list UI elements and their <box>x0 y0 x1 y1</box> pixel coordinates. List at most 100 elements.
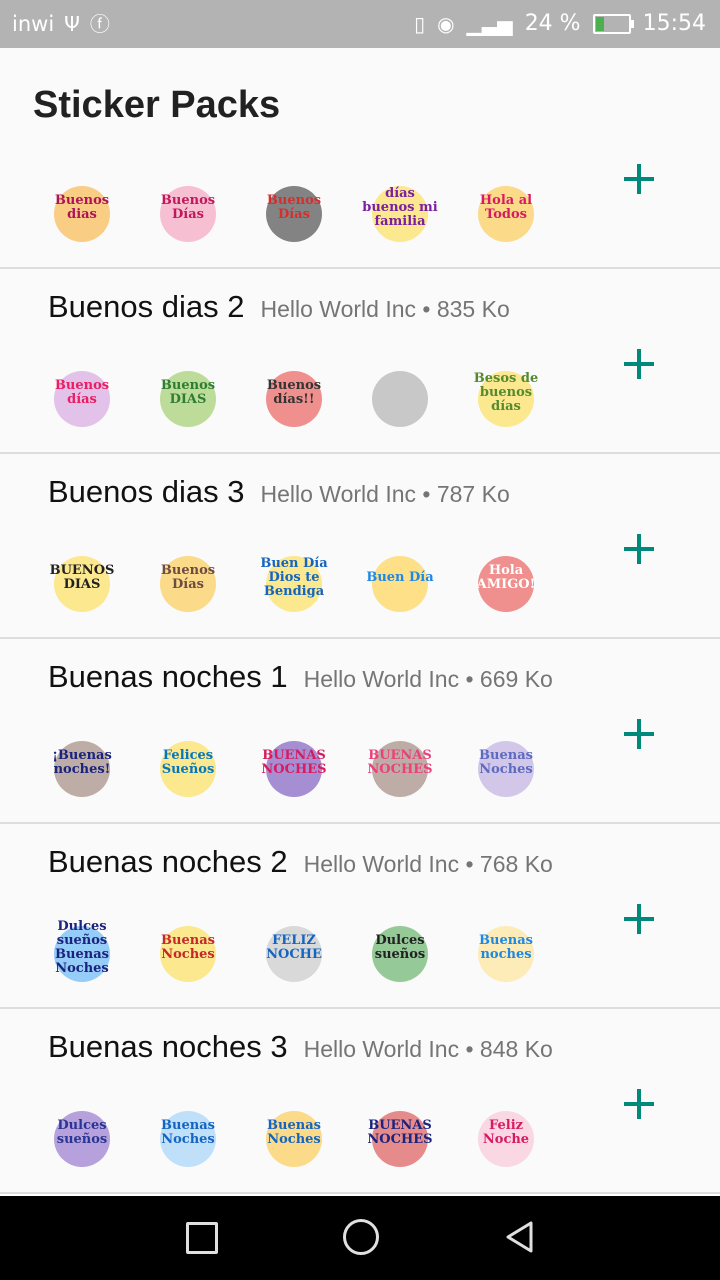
sticker-caption: Dulces sueños <box>374 933 426 962</box>
pack-publisher-size: Hello World Inc • 848 Ko <box>303 1036 553 1062</box>
sticker-caption: Buenas Noches <box>267 1118 321 1147</box>
sticker-image: Hola al Todos <box>464 166 548 250</box>
sticker-pack-row[interactable]: Buenas noches 2 Hello World Inc • 768 Ko D… <box>0 824 720 1009</box>
sticker-caption: BUENAS NOCHES <box>367 1118 433 1147</box>
eye-icon: ◉ <box>437 11 455 36</box>
sticker-caption: Buenos Días <box>160 563 216 592</box>
sticker-caption: Besos de buenos días <box>473 371 539 414</box>
pack-publisher-size: Hello World Inc • 669 Ko <box>303 666 553 692</box>
pack-header: Buenos dias 2 Hello World Inc • 835 Ko <box>48 289 510 325</box>
sticker-image <box>358 351 442 435</box>
sticker-image: Buenos Días <box>252 166 336 250</box>
sticker-preview-strip: ¡Buenas noches! Felices Sueños BUENAS NOCH… <box>40 721 548 805</box>
clock: 15:54 <box>642 11 706 36</box>
sticker-caption: ¡Buenas noches! <box>52 748 112 777</box>
status-bar: inwi Ψ ⓕ ▯ ◉ ▁▃▅ 24 % 15:54 <box>0 0 720 48</box>
sticker-art <box>372 371 428 427</box>
add-pack-button[interactable] <box>622 162 656 196</box>
add-pack-button[interactable] <box>622 1087 656 1121</box>
sticker-caption: Buenas Noches <box>161 933 215 962</box>
sticker-preview-strip: Buenos dias Buenos Días Buenos Días días bu… <box>40 166 548 250</box>
sticker-caption: Buenos dias <box>54 193 110 222</box>
sticker-caption: Buenos Días <box>266 193 322 222</box>
sticker-preview-strip: Buenos días Buenos DIAS Buenos días!! Besos… <box>40 351 548 435</box>
sticker-pack-row[interactable]: Buenas noches 1 Hello World Inc • 669 Ko ¡… <box>0 639 720 824</box>
sticker-caption: Buen Día <box>366 570 434 585</box>
sticker-image: Buenas Noches <box>252 1091 336 1175</box>
pack-name: Buenas noches 3 <box>48 1029 288 1064</box>
sticker-caption: Buenas Noches <box>161 1118 215 1147</box>
sticker-image: Buenos dias <box>40 166 124 250</box>
sticker-image: días buenos mi familia <box>358 166 442 250</box>
sticker-preview-strip: Dulces sueños Buenas Noches Buenas Noches B… <box>40 1091 548 1175</box>
sticker-image: ¡Buenas noches! <box>40 721 124 805</box>
home-button[interactable] <box>343 1219 379 1255</box>
sticker-preview-strip: BUENOS DIAS Buenos Días Buen Día Dios te B… <box>40 536 548 620</box>
sticker-caption: Hola al Todos <box>479 193 533 222</box>
sticker-caption: Buenos días <box>54 378 110 407</box>
sticker-image: Buenas noches <box>464 906 548 990</box>
sticker-caption: FELIZ NOCHE <box>266 933 322 962</box>
sticker-preview-strip: Dulces sueños Buenas Noches Buenas Noches… <box>40 906 548 990</box>
sticker-image: Dulces sueños <box>358 906 442 990</box>
pack-header: Buenas noches 3 Hello World Inc • 848 Ko <box>48 1029 553 1065</box>
sticker-image: BUENOS DIAS <box>40 536 124 620</box>
sticker-image: Buenos DIAS <box>146 351 230 435</box>
sticker-image: BUENAS NOCHES <box>252 721 336 805</box>
sticker-caption: Felices Sueños <box>161 748 215 777</box>
sticker-image: Buenas Noches <box>146 906 230 990</box>
sticker-image: Buenos Días <box>146 536 230 620</box>
sticker-caption: Buenos días!! <box>266 378 322 407</box>
sticker-image: Buen Día <box>358 536 442 620</box>
pack-publisher-size: Hello World Inc • 835 Ko <box>260 296 510 322</box>
sticker-image: BUENAS NOCHES <box>358 721 442 805</box>
pack-publisher-size: Hello World Inc • 768 Ko <box>303 851 553 877</box>
pack-name: Buenos dias 2 <box>48 289 245 324</box>
sticker-image: Buen Día Dios te Bendiga <box>252 536 336 620</box>
sticker-caption: Dulces sueños <box>56 1118 108 1147</box>
sticker-image: Dulces sueños Buenas Noches <box>40 906 124 990</box>
sticker-pack-row[interactable]: Buenos dias 3 Hello World Inc • 787 Ko BUE… <box>0 454 720 639</box>
sticker-pack-row[interactable]: Buenos dias 2 Hello World Inc • 835 Ko Bue… <box>0 269 720 454</box>
status-right: ▯ ◉ ▁▃▅ 24 % 15:54 <box>414 11 706 36</box>
back-button[interactable] <box>503 1220 537 1254</box>
pack-name: Buenos dias 3 <box>48 474 245 509</box>
add-pack-button[interactable] <box>622 717 656 751</box>
sticker-caption: BUENAS NOCHES <box>261 748 327 777</box>
pack-publisher-size: Hello World Inc • 787 Ko <box>260 481 510 507</box>
pack-name: Buenas noches 2 <box>48 844 288 879</box>
pack-header: Buenas noches 2 Hello World Inc • 768 Ko <box>48 844 553 880</box>
sticker-pack-row[interactable]: Buenas noches 3 Hello World Inc • 848 Ko D… <box>0 1009 720 1194</box>
battery-text: 24 % <box>524 11 581 36</box>
sticker-caption: Buenas Noches <box>479 748 533 777</box>
sticker-caption: Buenos DIAS <box>160 378 216 407</box>
pack-header: Buenos dias 3 Hello World Inc • 787 Ko <box>48 474 510 510</box>
sticker-caption: BUENAS NOCHES <box>367 748 433 777</box>
usb-icon: Ψ <box>64 12 80 36</box>
sticker-image: Dulces sueños <box>40 1091 124 1175</box>
sticker-image: FELIZ NOCHE <box>252 906 336 990</box>
sticker-pack-row[interactable]: Buenos dias Buenos Días Buenos Días días bu… <box>0 154 720 269</box>
sticker-image: Hola AMIGO! <box>464 536 548 620</box>
page-title: Sticker Packs <box>33 84 281 126</box>
sticker-image: Buenos días!! <box>252 351 336 435</box>
back-icon <box>506 1221 533 1253</box>
sticker-image: Buenas Noches <box>464 721 548 805</box>
sticker-caption: Feliz Noche <box>482 1118 530 1147</box>
sticker-image: Besos de buenos días <box>464 351 548 435</box>
sticker-caption: BUENOS DIAS <box>49 563 115 592</box>
add-pack-button[interactable] <box>622 347 656 381</box>
carrier-label: inwi <box>12 12 55 36</box>
recent-apps-button[interactable] <box>186 1222 218 1254</box>
sticker-caption: días buenos mi familia <box>362 186 438 229</box>
app-bar: Sticker Packs <box>0 48 720 154</box>
sticker-image: Buenas Noches <box>146 1091 230 1175</box>
sticker-pack-list[interactable]: Buenos dias Buenos Días Buenos Días días bu… <box>0 154 720 1194</box>
add-pack-button[interactable] <box>622 902 656 936</box>
status-left: inwi Ψ ⓕ <box>12 12 110 36</box>
sticker-image: Feliz Noche <box>464 1091 548 1175</box>
sticker-caption: Dulces sueños Buenas Noches <box>55 919 109 976</box>
add-pack-button[interactable] <box>622 532 656 566</box>
sticker-caption: Buenas noches <box>479 933 533 962</box>
sticker-image: Felices Sueños <box>146 721 230 805</box>
